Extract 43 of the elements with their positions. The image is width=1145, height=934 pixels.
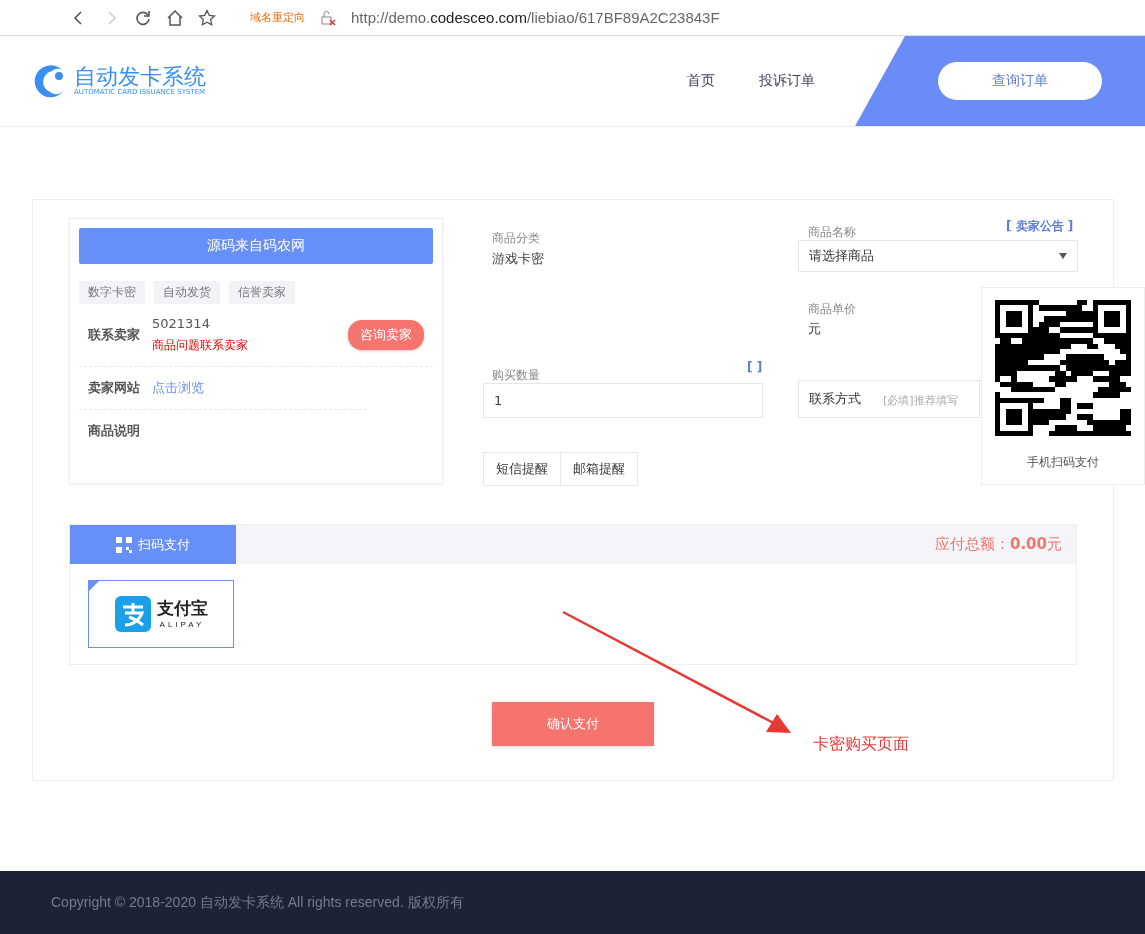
logo-title: 自动发卡系统 bbox=[74, 66, 206, 88]
total-amount: 应付总额：0.00元 bbox=[935, 535, 1062, 554]
nav-link[interactable]: 投诉订单 bbox=[759, 72, 815, 90]
contact-note: 商品问题联系卖家 bbox=[152, 337, 248, 354]
star-icon[interactable] bbox=[198, 8, 216, 27]
reminder-button[interactable]: 邮箱提醒 bbox=[560, 452, 638, 486]
contact-field[interactable]: 联系方式 [必填]推荐填写 bbox=[798, 380, 980, 418]
category-value: 游戏卡密 bbox=[492, 250, 544, 268]
alipay-option[interactable]: 支付宝 ALIPAY bbox=[88, 580, 234, 648]
caret-icon bbox=[1059, 253, 1067, 259]
reload-icon[interactable] bbox=[134, 8, 152, 27]
category-label: 商品分类 bbox=[492, 230, 540, 247]
contact-method-label: 联系方式 bbox=[809, 390, 861, 408]
selected-corner-mark bbox=[89, 581, 99, 591]
qr-code-icon bbox=[116, 536, 132, 553]
quantity-label: 购买数量 bbox=[492, 367, 540, 384]
contact-value: 5021314 bbox=[152, 316, 211, 331]
query-order-button[interactable]: 查询订单 bbox=[938, 62, 1102, 100]
price-label: 商品单价 bbox=[808, 301, 856, 318]
qr-caption: 手机扫码支付 bbox=[1027, 454, 1099, 471]
annotation-text: 卡密购买页面 bbox=[813, 734, 909, 755]
quantity-field[interactable]: 1 bbox=[483, 383, 763, 418]
notice-link[interactable]: [ 卖家公告 ] bbox=[1006, 218, 1074, 235]
contact-input[interactable]: [必填]推荐填写 bbox=[883, 391, 969, 407]
alipay-logo bbox=[114, 596, 151, 632]
description-label: 商品说明 bbox=[88, 422, 141, 440]
seller-tag: 数字卡密 bbox=[79, 281, 145, 304]
reminder-button[interactable]: 短信提醒 bbox=[483, 452, 561, 486]
price-value: 元 bbox=[808, 320, 821, 338]
product-select[interactable]: 请选择商品 bbox=[798, 240, 1078, 272]
contact-label: 联系卖家 bbox=[88, 326, 141, 344]
seller-tag: 信誉卖家 bbox=[229, 281, 295, 304]
copyright-text: Copyright © 2018-2020 自动发卡系统 All rights reserved. 版权所有 bbox=[51, 894, 464, 912]
site-label: 卖家网站 bbox=[88, 379, 141, 397]
product-name-label: 商品名称 bbox=[808, 224, 856, 241]
nav-link[interactable]: 首页 bbox=[687, 72, 715, 90]
insecure-lock-icon bbox=[319, 8, 337, 27]
seller-banner: 源码来自码农网 bbox=[79, 228, 433, 264]
stock-link[interactable]: [ ] bbox=[747, 360, 763, 374]
seller-tag: 自动发货 bbox=[154, 281, 220, 304]
redirect-label: 域名重定向 bbox=[250, 10, 305, 25]
address-bar[interactable]: http://demo.codesceo.com/liebiao/617BF89A2C23843F bbox=[351, 9, 720, 26]
home-icon[interactable] bbox=[166, 8, 184, 27]
